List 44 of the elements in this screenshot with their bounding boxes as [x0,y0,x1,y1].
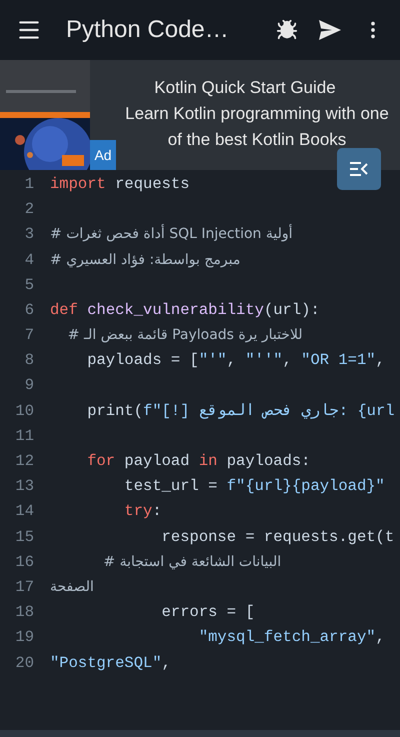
line-number: 18 [14,602,34,624]
bug-icon[interactable] [276,19,298,41]
line-number: 9 [24,375,34,396]
line-number: 3 [24,224,34,246]
code-line: # البيانات الشائعة في استجابة [102,552,282,572]
line-number: 10 [14,400,34,422]
collapse-icon [349,161,369,177]
code-line: "PostgreSQL", [50,652,171,674]
line-number: 2 [24,199,34,220]
code-line: def check_vulnerability(url): [50,300,320,321]
line-number: 17 [14,576,34,598]
ad-badge: Ad [90,140,116,170]
line-number: 20 [14,652,34,674]
code-line: payloads = ["'", "''", "OR 1=1", [86,350,385,372]
code-line: for payload in payloads: [86,451,310,472]
code-line: errors = [ [160,602,255,624]
line-number: 7 [24,325,34,346]
code-line: # مبرمج بواسطة: فؤاد العسيري [50,250,240,270]
line-number: 1 [24,174,34,195]
line-number: 5 [24,274,34,296]
code-line: import requests [50,174,190,195]
collapse-button[interactable] [337,148,381,190]
line-number: 16 [14,552,34,573]
line-number: 14 [14,501,34,522]
code-line: # أداة فحص ثغرات SQL Injection أولية [50,223,292,244]
line-number: 4 [24,250,34,271]
line-number: 13 [14,476,34,498]
code-line: # قائمة ببعض الـ Payloads للاختبار يرة [66,326,303,346]
code-line: try: [123,501,162,522]
line-number: 19 [14,627,34,648]
ad-description: Learn Kotlin programming with one of the best Kotlin Books [124,103,390,151]
line-number: 15 [14,526,34,548]
code-line: response = requests.get(t [160,526,394,548]
send-icon[interactable] [318,19,342,41]
line-number: 8 [24,350,34,372]
code-line: test_url = f"{url}{payload}" [123,476,385,498]
ad-banner[interactable]: Kotlin Quick Start Guide Learn Kotlin programming with one of the best Kotlin Books Ad [0,60,400,170]
ad-title: Kotlin Quick Start Guide [154,77,336,99]
line-number: 6 [24,300,34,321]
app-title: Python Code… [66,15,229,45]
line-number: 12 [14,451,34,472]
code-line: الصفحة [50,578,94,597]
line-number: 11 [14,426,34,447]
code-line: "mysql_fetch_array", [198,627,385,648]
